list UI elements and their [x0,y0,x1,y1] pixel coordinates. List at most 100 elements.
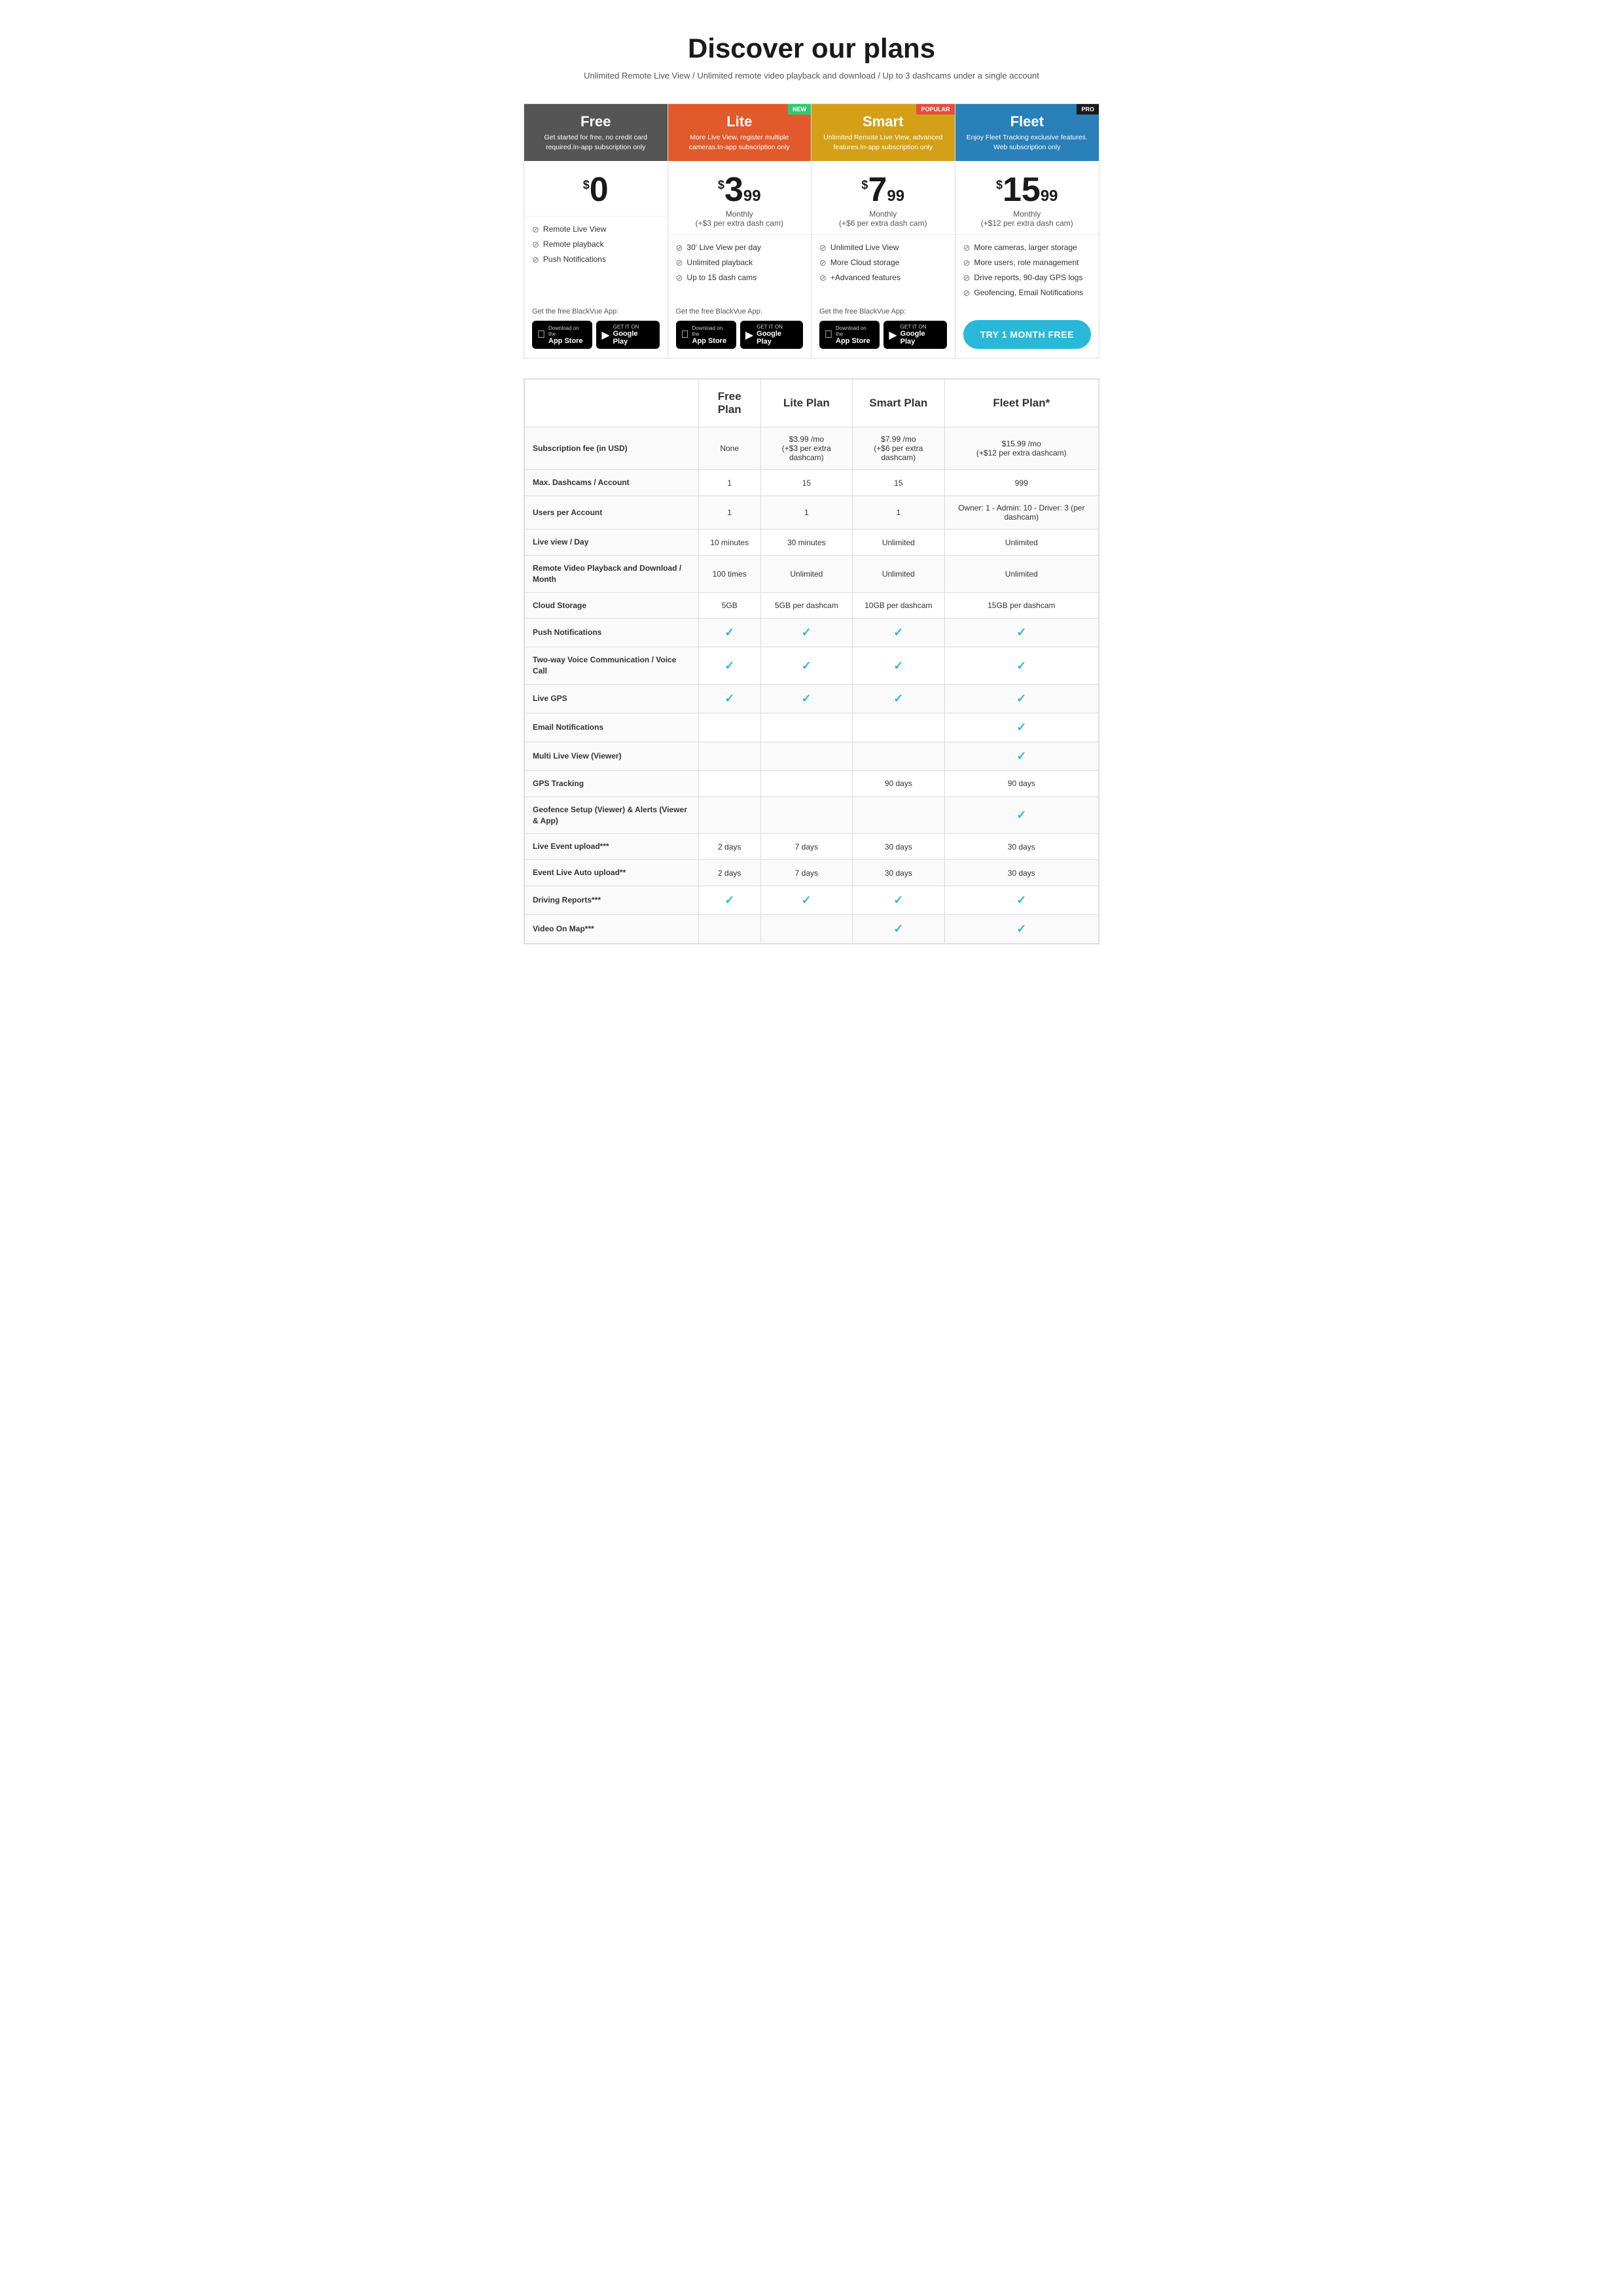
checkmark-icon: ✓ [724,626,734,639]
feature-label: Remote Video Playback and Download / Mon… [525,555,699,592]
feature-label: Push Notifications [525,619,699,647]
google-btn-text: GET IT ON Google Play [901,324,942,346]
google-play-btn[interactable]: ▶ GET IT ON Google Play [883,321,946,349]
apple-store-btn[interactable]:  Download on the App Store [676,321,736,349]
checkmark-icon: ✓ [802,626,812,639]
feature-item: ⊘ Up to 15 dash cams [676,273,804,283]
cell-lite-11 [760,770,853,797]
comparison-row: Push Notifications✓✓✓✓ [525,619,1099,647]
fleet-header: PRO Fleet Enjoy Fleet Tracking exclusive… [955,104,1099,161]
apple-store-btn[interactable]:  Download on the App Store [532,321,592,349]
apple-icon:  [537,329,545,341]
plan-card-free: Free Get started for free, no credit car… [524,104,668,358]
feature-label: GPS Tracking [525,770,699,797]
google-play-btn[interactable]: ▶ GET IT ON Google Play [740,321,803,349]
smart-period: Monthly [819,209,947,219]
cell-fleet-4: Unlimited [944,555,1098,592]
feature-item: ⊘ Drive reports, 90-day GPS logs [963,273,1092,283]
fleet-desc: Enjoy Fleet Tracking exclusive features.… [963,133,1092,152]
lite-badge: NEW [788,104,811,115]
checkmark-icon: ✓ [893,692,903,705]
check-circle-icon: ⊘ [676,258,683,268]
free-price: $0 [532,173,660,207]
checkmark-icon: ✓ [1016,922,1026,935]
lite-price-section: $399 Monthly(+$3 per extra dash cam) [668,161,812,235]
apple-btn-text: Download on the App Store [692,325,731,345]
cell-lite-5: 5GB per dashcam [760,592,853,619]
check-circle-icon: ⊘ [676,273,683,283]
comparison-row: Users per Account111Owner: 1 - Admin: 10… [525,496,1099,529]
smart-price-section: $799 Monthly(+$6 per extra dash cam) [812,161,955,235]
google-main: Google Play [901,330,942,346]
feature-item: ⊘ More Cloud storage [819,258,947,268]
comparison-row: Driving Reports***✓✓✓✓ [525,886,1099,914]
col-header-feature [525,380,699,427]
smart-period-text: Monthly(+$6 per extra dash cam) [819,209,947,228]
cell-smart-10 [853,742,945,770]
plans-grid: Free Get started for free, no credit car… [524,103,1099,359]
try-month-free-btn[interactable]: TRY 1 MONTH FREE [963,320,1092,349]
feature-text: Unlimited Live View [830,243,899,252]
checkmark-icon: ✓ [893,659,903,672]
feature-text: Up to 15 dash cams [687,273,757,282]
checkmark-icon: ✓ [893,922,903,935]
cell-lite-8: ✓ [760,684,853,713]
feature-text: More Cloud storage [830,258,899,267]
feature-item: ⊘ Unlimited Live View [819,243,947,253]
checkmark-icon: ✓ [724,692,734,705]
free-features: ⊘ Remote Live View ⊘ Remote playback ⊘ P… [524,217,668,302]
check-circle-icon: ⊘ [963,273,971,283]
cell-free-11 [698,770,760,797]
cell-free-12 [698,797,760,834]
comparison-section: Free PlanLite PlanSmart PlanFleet Plan*S… [524,378,1099,944]
smart-price: $799 [819,173,947,207]
smart-name: Smart [819,113,947,130]
cell-free-15: ✓ [698,886,760,914]
cell-lite-15: ✓ [760,886,853,914]
feature-item: ⊘ Remote Live View [532,224,660,235]
comparison-row: Geofence Setup (Viewer) & Alerts (Viewer… [525,797,1099,834]
feature-text: More users, role management [974,258,1079,267]
google-play-btn[interactable]: ▶ GET IT ON Google Play [596,321,659,349]
checkmark-icon: ✓ [802,692,812,705]
cell-smart-4: Unlimited [853,555,945,592]
check-circle-icon: ⊘ [963,243,971,253]
check-circle-icon: ⊘ [532,224,539,235]
feature-label: Users per Account [525,496,699,529]
fleet-period-text: Monthly(+$12 per extra dash cam) [963,209,1092,228]
free-desc: Get started for free, no credit card req… [532,133,660,152]
cell-smart-12 [853,797,945,834]
feature-label: Cloud Storage [525,592,699,619]
cell-fleet-15: ✓ [944,886,1098,914]
apple-main: App Store [548,337,587,345]
lite-features: ⊘ 30' Live View per day ⊘ Unlimited play… [668,235,812,302]
checkmark-icon: ✓ [724,893,734,906]
cell-free-14: 2 days [698,860,760,886]
cell-fleet-11: 90 days [944,770,1098,797]
cell-lite-4: Unlimited [760,555,853,592]
feature-label: Event Live Auto upload** [525,860,699,886]
comparison-row: Subscription fee (in USD)None$3.99 /mo(+… [525,427,1099,470]
smart-app-buttons:  Download on the App Store ▶ GET IT ON … [812,318,955,358]
comparison-row: Two-way Voice Communication / Voice Call… [525,647,1099,685]
feature-item: ⊘ Remote playback [532,240,660,250]
cell-lite-9 [760,713,853,742]
feature-label: Geofence Setup (Viewer) & Alerts (Viewer… [525,797,699,834]
free-price-section: $0 [524,161,668,217]
check-circle-icon: ⊘ [963,288,971,298]
lite-app-buttons:  Download on the App Store ▶ GET IT ON … [668,318,812,358]
cell-lite-1: 15 [760,470,853,496]
smart-features: ⊘ Unlimited Live View ⊘ More Cloud stora… [812,235,955,302]
fleet-name: Fleet [963,113,1092,130]
comparison-row: Email Notifications✓ [525,713,1099,742]
cell-lite-13: 7 days [760,834,853,860]
feature-label: Live GPS [525,684,699,713]
checkmark-icon: ✓ [1016,808,1026,821]
feature-item: ⊘ Push Notifications [532,255,660,265]
feature-text: Unlimited playback [687,258,753,267]
cell-lite-10 [760,742,853,770]
checkmark-icon: ✓ [724,659,734,672]
feature-item: ⊘ More users, role management [963,258,1092,268]
lite-period: (+$3 per extra dash cam) [676,219,804,228]
apple-store-btn[interactable]:  Download on the App Store [819,321,880,349]
